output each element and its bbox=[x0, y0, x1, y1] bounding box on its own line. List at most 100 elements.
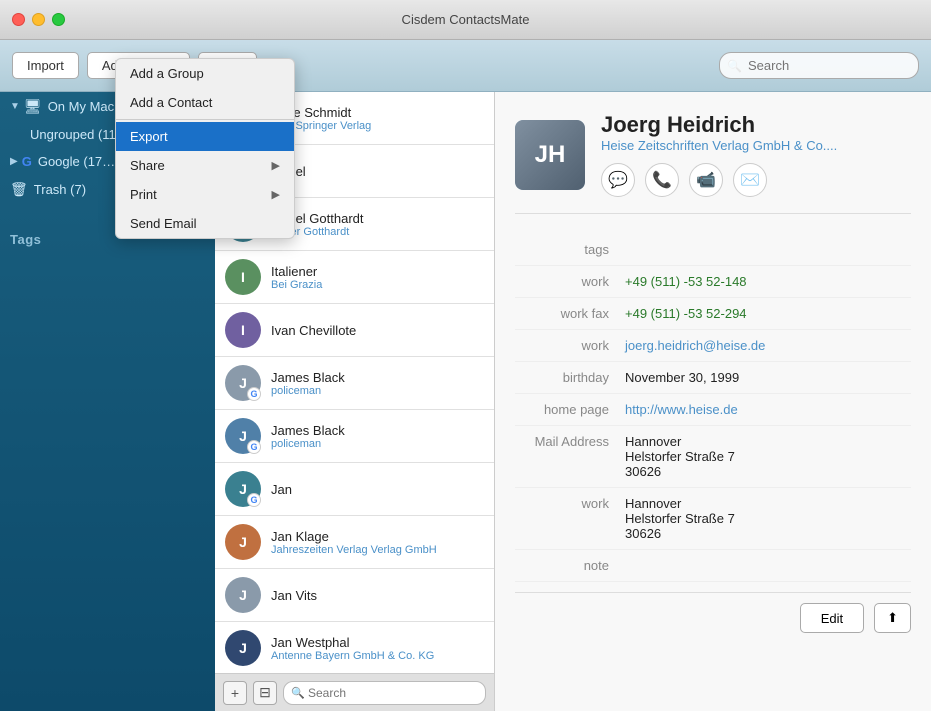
tags-label: Tags bbox=[10, 232, 41, 247]
contact-name: Isabel bbox=[271, 164, 484, 179]
menu-item-print[interactable]: Print ▶ bbox=[116, 180, 215, 209]
sidebar: ▼ 🖥 On My Mac (1148) Ungrouped (1148) ▶ … bbox=[0, 92, 215, 711]
contact-sub: Dieter Gotthardt bbox=[271, 226, 484, 238]
work-phone-row: work +49 (511) -53 52-148 bbox=[515, 266, 911, 298]
detail-company: Heise Zeitschriften Verlag GmbH & Co.... bbox=[601, 138, 911, 153]
detail-actions: 💬 📞 📹 ✉️ bbox=[601, 163, 911, 197]
detail-header: JH Joerg Heidrich Heise Zeitschriften Ve… bbox=[515, 112, 911, 214]
homepage-row: home page http://www.heise.de bbox=[515, 394, 911, 426]
menu-separator-1 bbox=[116, 119, 215, 120]
share-detail-button[interactable]: ⬆ bbox=[874, 603, 911, 633]
contact-sub: Axel Springer Verlag bbox=[271, 120, 484, 132]
birthday-value: November 30, 1999 bbox=[625, 370, 739, 385]
list-item[interactable]: J G James Black policeman bbox=[215, 410, 494, 463]
homepage-label: home page bbox=[515, 402, 625, 417]
google-badge-icon: G bbox=[247, 493, 261, 507]
note-row: note bbox=[515, 550, 911, 582]
mail-address-row: Mail Address HannoverHelstorfer Straße 7… bbox=[515, 426, 911, 488]
google-label: Google (17… bbox=[38, 154, 115, 169]
print-label: Print bbox=[130, 187, 157, 202]
birthday-label: birthday bbox=[515, 370, 625, 385]
contact-name: Jan bbox=[271, 482, 484, 497]
computer-icon: 🖥 bbox=[24, 98, 42, 115]
mail-address-label: Mail Address bbox=[515, 434, 625, 479]
send-email-label: Send Email bbox=[130, 216, 196, 231]
detail-panel: JH Joerg Heidrich Heise Zeitschriften Ve… bbox=[495, 92, 931, 711]
tags-field-label: tags bbox=[515, 242, 625, 257]
contact-name: Jan Vits bbox=[271, 588, 484, 603]
minimize-button[interactable] bbox=[32, 13, 45, 26]
menu-item-export[interactable]: Export bbox=[116, 122, 215, 151]
maximize-button[interactable] bbox=[52, 13, 65, 26]
contact-name: Isabel Gotthardt bbox=[271, 211, 484, 226]
detail-avatar: JH bbox=[515, 120, 585, 190]
message-button[interactable]: 💬 bbox=[601, 163, 635, 197]
phone-button[interactable]: 📞 bbox=[645, 163, 679, 197]
work-address-row: work HannoverHelstorfer Straße 730626 bbox=[515, 488, 911, 550]
contact-name: Italiener bbox=[271, 264, 484, 279]
search-wrapper: 🔍 bbox=[719, 52, 919, 79]
menu-item-add-contact[interactable]: Add a Contact bbox=[116, 92, 215, 117]
list-item[interactable]: J Jan Klage Jahreszeiten Verlag Verlag G… bbox=[215, 516, 494, 569]
list-item[interactable]: J G James Black policeman bbox=[215, 357, 494, 410]
list-item[interactable]: J Jan Westphal Antenne Bayern GmbH & Co.… bbox=[215, 622, 494, 673]
work-fax-value: +49 (511) -53 52-294 bbox=[625, 306, 747, 321]
search-input[interactable] bbox=[719, 52, 919, 79]
work-email-value[interactable]: joerg.heidrich@heise.de bbox=[625, 338, 765, 353]
contact-sub: Jahreszeiten Verlag Verlag GmbH bbox=[271, 544, 484, 556]
homepage-value[interactable]: http://www.heise.de bbox=[625, 402, 738, 417]
contact-name: Ivan Chevillote bbox=[271, 323, 484, 338]
tags-row: tags bbox=[515, 234, 911, 266]
avatar: J bbox=[225, 524, 261, 560]
list-item[interactable]: J Jan Vits bbox=[215, 569, 494, 622]
detail-name: Joerg Heidrich bbox=[601, 112, 911, 138]
avatar: I bbox=[225, 312, 261, 348]
video-button[interactable]: 📹 bbox=[689, 163, 723, 197]
work-phone-value: +49 (511) -53 52-148 bbox=[625, 274, 747, 289]
app-title: Cisdem ContactsMate bbox=[402, 12, 530, 27]
avatar: J bbox=[225, 630, 261, 666]
menu-item-send-email[interactable]: Send Email bbox=[116, 209, 215, 238]
menu-item-share[interactable]: Share ▶ bbox=[116, 151, 215, 180]
import-button[interactable]: Import bbox=[12, 52, 79, 79]
title-bar: Cisdem ContactsMate bbox=[0, 0, 931, 40]
birthday-row: birthday November 30, 1999 bbox=[515, 362, 911, 394]
contact-name: James Black bbox=[271, 370, 484, 385]
avatar: I bbox=[225, 259, 261, 295]
note-label: note bbox=[515, 558, 625, 573]
avatar: J bbox=[225, 577, 261, 613]
trash-icon: 🗑 bbox=[10, 181, 28, 198]
share-label: Share bbox=[130, 158, 165, 173]
add-contact-button[interactable]: + bbox=[223, 681, 247, 705]
contact-name: James Black bbox=[271, 423, 484, 438]
trash-label: Trash (7) bbox=[34, 182, 86, 197]
work-fax-row: work fax +49 (511) -53 52-294 bbox=[515, 298, 911, 330]
mail-address-value: HannoverHelstorfer Straße 730626 bbox=[625, 434, 735, 479]
list-item[interactable]: J G Jan bbox=[215, 463, 494, 516]
traffic-lights bbox=[12, 13, 65, 26]
work-address-label: work bbox=[515, 496, 625, 541]
contact-sub: policeman bbox=[271, 385, 484, 397]
contact-sub: Antenne Bayern GmbH & Co. KG bbox=[271, 650, 484, 662]
work-phone-label: work bbox=[515, 274, 625, 289]
work-fax-label: work fax bbox=[515, 306, 625, 321]
close-button[interactable] bbox=[12, 13, 25, 26]
google-badge-icon: G bbox=[247, 440, 261, 454]
expand-arrow-google-icon: ▶ bbox=[10, 156, 18, 167]
edit-button[interactable]: Edit bbox=[800, 603, 864, 633]
work-email-row: work joerg.heidrich@heise.de bbox=[515, 330, 911, 362]
on-my-mac-label: On My Mac bbox=[48, 99, 114, 114]
google-badge-icon: G bbox=[247, 387, 261, 401]
email-button[interactable]: ✉️ bbox=[733, 163, 767, 197]
list-item[interactable]: I Italiener Bei Grazia bbox=[215, 251, 494, 304]
work-email-label: work bbox=[515, 338, 625, 353]
work-address-value: HannoverHelstorfer Straße 730626 bbox=[625, 496, 735, 541]
list-item[interactable]: I Ivan Chevillote bbox=[215, 304, 494, 357]
main-layout: ▼ 🖥 On My Mac (1148) Ungrouped (1148) ▶ … bbox=[0, 92, 931, 711]
expand-arrow-icon: ▼ bbox=[10, 101, 20, 112]
add-contact-label: Add a Contact bbox=[130, 95, 212, 110]
adjust-button[interactable]: ⊟ bbox=[253, 681, 277, 705]
list-search-input[interactable] bbox=[283, 681, 486, 705]
contact-name: Jan Klage bbox=[271, 529, 484, 544]
contact-sub: policeman bbox=[271, 438, 484, 450]
